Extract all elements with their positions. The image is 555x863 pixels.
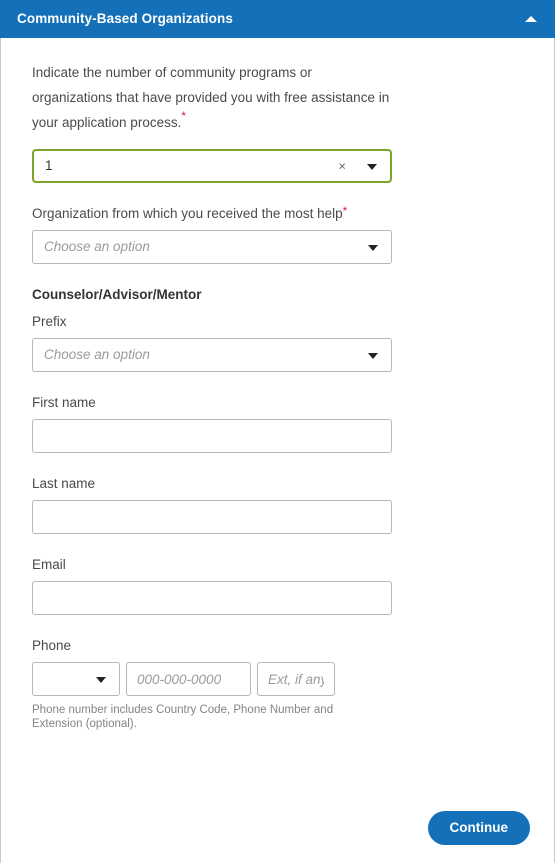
phone-row xyxy=(32,662,524,696)
phone-extension-input[interactable] xyxy=(257,662,335,696)
chevron-down-icon[interactable] xyxy=(368,245,378,251)
accordion-header[interactable]: Community-Based Organizations xyxy=(0,0,555,38)
chevron-up-icon[interactable] xyxy=(525,16,537,22)
phone-number-input[interactable] xyxy=(126,662,251,696)
prefix-select[interactable]: Choose an option xyxy=(32,338,392,372)
clear-icon[interactable]: × xyxy=(338,160,346,173)
first-name-input[interactable] xyxy=(32,419,392,453)
prefix-label: Prefix xyxy=(32,314,67,329)
phone-country-code-select[interactable] xyxy=(32,662,120,696)
continue-button[interactable]: Continue xyxy=(427,811,530,845)
chevron-down-icon[interactable] xyxy=(96,677,106,683)
count-field-block: 1 × xyxy=(32,149,524,183)
count-select[interactable]: 1 × xyxy=(32,149,392,183)
intro-text-content: Indicate the number of community program… xyxy=(32,65,390,130)
organization-label: Organization from which you received the… xyxy=(32,205,524,223)
email-field-block: Email xyxy=(32,556,524,615)
chevron-down-icon[interactable] xyxy=(368,353,378,359)
last-name-input[interactable] xyxy=(32,500,392,534)
required-asterisk: * xyxy=(342,204,348,218)
phone-field-block: Phone Phone number includes Country Code… xyxy=(32,637,524,731)
last-name-label: Last name xyxy=(32,476,96,491)
accordion-title: Community-Based Organizations xyxy=(17,11,233,27)
organization-select[interactable]: Choose an option xyxy=(32,230,392,264)
first-name-label: First name xyxy=(32,395,96,410)
first-name-field-block: First name xyxy=(32,394,524,453)
organization-select-placeholder: Choose an option xyxy=(44,239,150,255)
phone-help-text: Phone number includes Country Code, Phon… xyxy=(32,704,334,730)
count-select-value: 1 xyxy=(45,158,53,174)
intro-text: Indicate the number of community program… xyxy=(32,60,392,135)
prefix-field-block: Prefix Choose an option xyxy=(32,313,524,372)
email-input[interactable] xyxy=(32,581,392,615)
phone-label: Phone xyxy=(32,638,72,653)
organization-label-text: Organization from which you received the… xyxy=(32,206,343,221)
last-name-field-block: Last name xyxy=(32,475,524,534)
counselor-group-title: Counselor/Advisor/Mentor xyxy=(32,287,202,302)
organization-field-block: Organization from which you received the… xyxy=(32,205,524,264)
required-asterisk: * xyxy=(181,109,187,123)
form-footer: Continue xyxy=(427,811,530,845)
email-label: Email xyxy=(32,557,66,572)
form-body: Indicate the number of community program… xyxy=(0,38,555,863)
chevron-down-icon[interactable] xyxy=(367,164,377,170)
community-based-organizations-card: Community-Based Organizations Indicate t… xyxy=(0,0,555,863)
prefix-select-placeholder: Choose an option xyxy=(44,347,150,363)
